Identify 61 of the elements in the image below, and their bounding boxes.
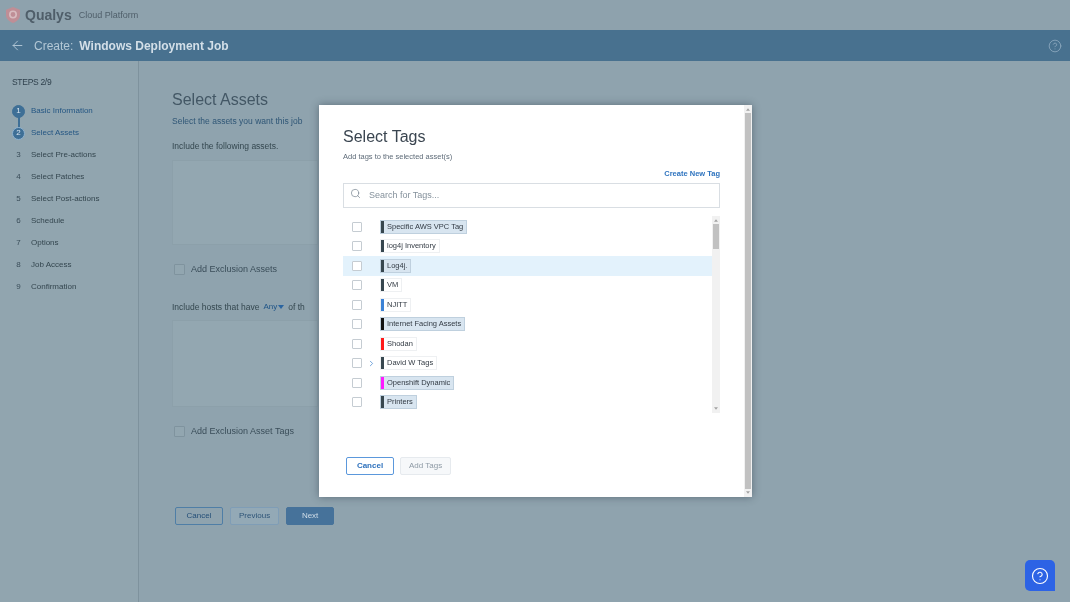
checkbox-label: Add Exclusion Asset Tags [191, 425, 294, 437]
step-label[interactable]: Select Pre-actions [31, 150, 96, 160]
checkbox[interactable] [352, 319, 362, 330]
checkbox[interactable] [352, 358, 362, 369]
checkbox[interactable] [352, 221, 362, 232]
operator-dropdown[interactable]: Any [263, 302, 285, 312]
step-number: 5 [15, 195, 22, 203]
checkbox[interactable] [352, 299, 362, 310]
section-title: Select Assets [172, 90, 269, 110]
step-label[interactable]: Schedule [31, 216, 65, 226]
step-number: 6 [15, 217, 22, 225]
scroll-down-arrow-icon[interactable] [746, 491, 750, 494]
caret-down-icon [278, 305, 285, 309]
step-label[interactable]: Options [31, 238, 59, 248]
search-icon [350, 188, 361, 199]
step-number: 7 [15, 239, 22, 247]
step-label[interactable]: Job Access [31, 260, 72, 270]
hosts-label-continued: of th [288, 301, 305, 313]
step-label[interactable]: Select Assets [31, 128, 80, 138]
dialog-scrollbar[interactable] [744, 105, 752, 497]
section-subtitle: Select the assets you want this job [172, 115, 303, 127]
help-icon[interactable] [1048, 38, 1062, 53]
scroll-down-arrow-icon[interactable] [714, 407, 718, 410]
step-label[interactable]: Select Post-actions [31, 194, 100, 204]
outline-button[interactable]: Cancel [346, 457, 394, 475]
primary-button[interactable]: Next [286, 507, 335, 525]
scrollbar-thumb[interactable] [745, 113, 751, 489]
page-title: Windows Deployment Job [79, 39, 229, 52]
step-label[interactable]: Confirmation [31, 282, 77, 292]
step-number: 3 [15, 151, 22, 159]
shield-logo-icon [6, 7, 20, 23]
scroll-up-arrow-icon[interactable] [746, 108, 750, 111]
step-number: 4 [15, 173, 22, 181]
search-field[interactable]: Search for Tags... [343, 182, 720, 208]
include-label: Include the following assets. [172, 140, 279, 152]
checkbox[interactable] [352, 260, 362, 271]
checkbox[interactable] [352, 338, 362, 349]
step-label[interactable]: Basic Information [31, 106, 93, 116]
steps-counter: STEPS 2/9 [11, 77, 53, 88]
help-chat-button[interactable] [1025, 560, 1055, 591]
tag-list-scrollbar[interactable] [712, 216, 720, 413]
checkbox[interactable] [352, 397, 362, 408]
checkbox[interactable] [352, 377, 362, 388]
step-indicator: 1 [12, 104, 25, 118]
step-number: 8 [15, 261, 22, 269]
dialog-title: Select Tags [343, 127, 427, 147]
hosts-label: Include hosts that have [172, 301, 260, 313]
checkbox[interactable] [352, 280, 362, 291]
step-label[interactable]: Select Patches [31, 172, 85, 182]
step-number: 9 [15, 283, 22, 291]
outline-button[interactable]: Cancel [175, 507, 223, 525]
help-icon [1031, 566, 1049, 585]
checkbox[interactable] [352, 241, 362, 252]
logo-text: Qualys [25, 8, 72, 22]
scrollbar-thumb[interactable] [713, 224, 719, 249]
checkbox-label: Add Exclusion Assets [191, 263, 278, 275]
step-indicator: 2 [12, 126, 25, 140]
scroll-up-arrow-icon[interactable] [714, 219, 718, 222]
product-name: Cloud Platform [78, 10, 139, 20]
header-prefix: Create: [34, 39, 74, 52]
step-connector [18, 117, 20, 127]
